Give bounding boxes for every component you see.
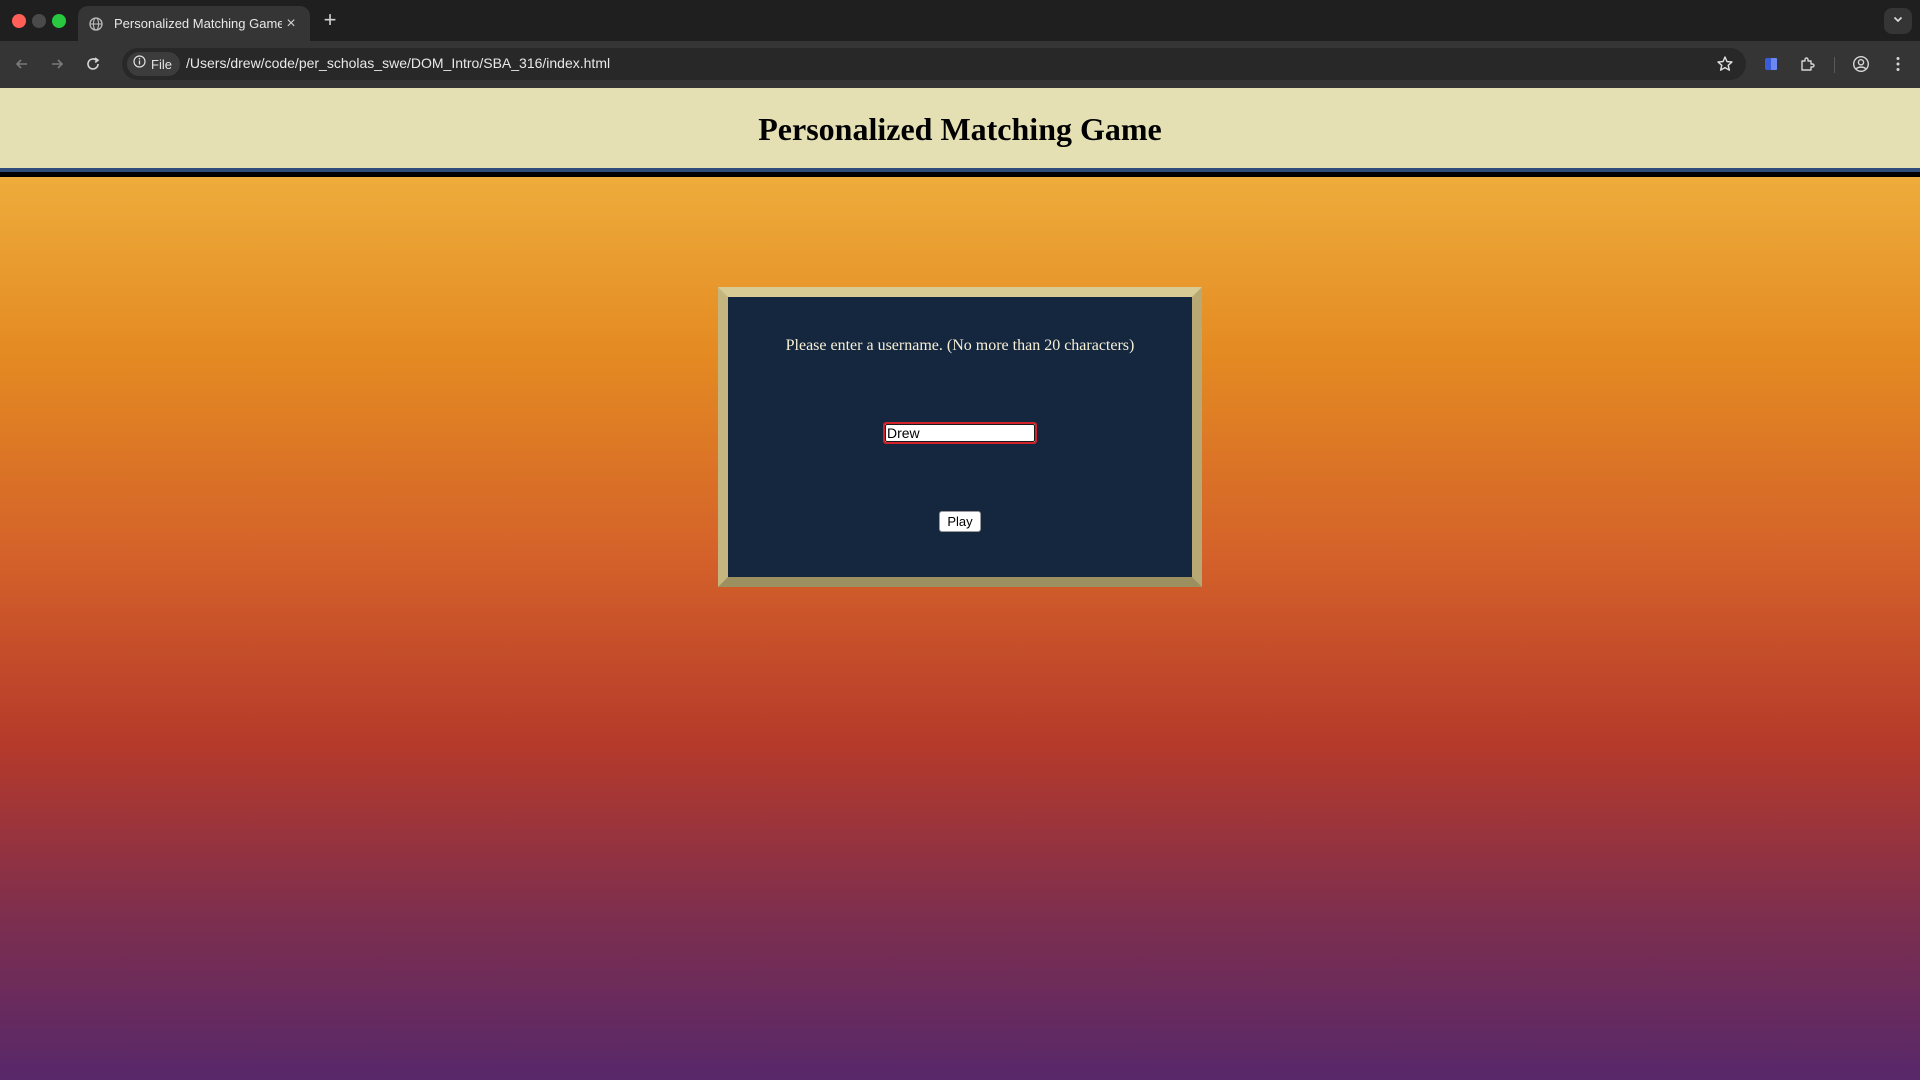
tab-title: Personalized Matching Game xyxy=(114,16,282,31)
toolbar-divider xyxy=(1834,57,1835,73)
chevron-down-icon xyxy=(1892,12,1904,30)
new-tab-button[interactable]: + xyxy=(318,8,342,32)
username-panel: Please enter a username. (No more than 2… xyxy=(718,287,1202,587)
username-input[interactable] xyxy=(883,422,1037,444)
tab-search-button[interactable] xyxy=(1884,8,1912,34)
page-viewport: Personalized Matching Game Please enter … xyxy=(0,88,1920,1080)
globe-icon xyxy=(88,16,104,32)
username-prompt: Please enter a username. (No more than 2… xyxy=(785,337,1135,354)
window-close-button[interactable] xyxy=(12,14,26,28)
browser-toolbar: File /Users/drew/code/per_scholas_swe/DO… xyxy=(0,41,1920,88)
browser-tab-strip: Personalized Matching Game × + xyxy=(0,0,1920,41)
play-button[interactable]: Play xyxy=(939,511,981,532)
site-info-chip[interactable]: File xyxy=(127,52,180,76)
puzzle-extensions-icon[interactable] xyxy=(1797,53,1819,75)
info-icon xyxy=(133,55,146,73)
window-minimize-button[interactable] xyxy=(32,14,46,28)
address-bar[interactable]: File /Users/drew/code/per_scholas_swe/DO… xyxy=(122,48,1746,80)
header-divider-black xyxy=(0,172,1920,177)
tab-close-icon[interactable]: × xyxy=(282,15,300,33)
bookmark-star-icon[interactable] xyxy=(1716,55,1734,73)
extension-blue-icon[interactable] xyxy=(1760,53,1782,75)
browser-tab-active[interactable]: Personalized Matching Game × xyxy=(78,6,310,41)
page-title: Personalized Matching Game xyxy=(758,110,1162,147)
page-header: Personalized Matching Game xyxy=(0,88,1920,168)
profile-avatar-icon[interactable] xyxy=(1850,53,1872,75)
forward-arrow-icon[interactable] xyxy=(46,53,68,75)
reload-icon[interactable] xyxy=(82,53,104,75)
url-text[interactable]: /Users/drew/code/per_scholas_swe/DOM_Int… xyxy=(186,55,610,71)
site-info-label: File xyxy=(151,56,172,72)
kebab-menu-icon[interactable] xyxy=(1887,53,1909,75)
window-maximize-button[interactable] xyxy=(52,14,66,28)
back-arrow-icon[interactable] xyxy=(11,53,33,75)
